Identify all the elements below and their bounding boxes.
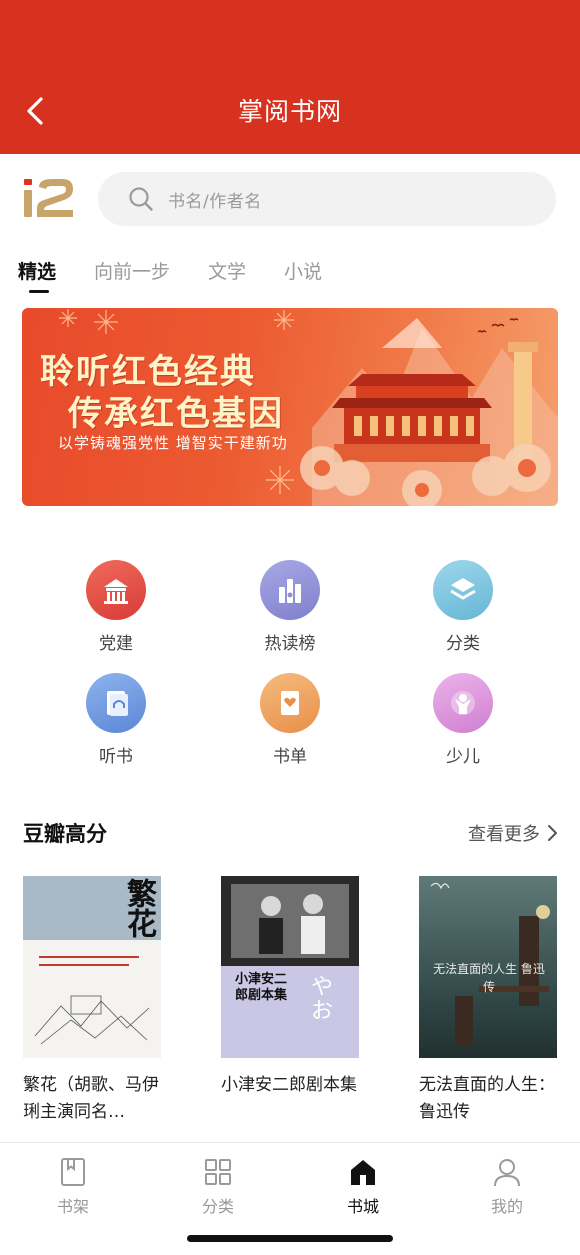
active-tab-indicator: [29, 290, 49, 293]
category-tabs: 精选 向前一步 文学 小说: [18, 256, 360, 292]
promo-banner[interactable]: 聆听红色经典 传承红色基因 以学铸魂强党性 增智实干建新功: [22, 308, 558, 506]
bookshelf-icon: [61, 1158, 85, 1186]
banner-subtitle: 以学铸魂强党性 增智实干建新功: [58, 434, 288, 452]
cover-photo: [231, 884, 349, 958]
heart-card-icon: [260, 673, 320, 733]
feature-booklists[interactable]: 书单: [230, 673, 350, 767]
tab-novel[interactable]: 小说: [284, 256, 322, 292]
search-placeholder: 书名/作者名: [168, 191, 262, 212]
book-card[interactable]: 繁花 繁花（胡歌、马伊琍主演同名…: [23, 876, 161, 1126]
tabbar-item-categories[interactable]: 分类: [178, 1157, 258, 1217]
search-input[interactable]: 书名/作者名: [98, 172, 556, 226]
cover-title: 无法直面的人生 鲁迅传: [433, 962, 545, 994]
feature-hot-list[interactable]: 热读榜: [230, 560, 350, 654]
building-icon: [86, 560, 146, 620]
top-bar: 掌阅书网: [0, 0, 580, 154]
home-icon: [351, 1160, 375, 1185]
feature-categories[interactable]: 分类: [403, 560, 523, 654]
feature-label: 少儿: [446, 747, 480, 767]
child-icon: [433, 673, 493, 733]
tab-lean-in[interactable]: 向前一步: [94, 256, 170, 292]
feature-party-building[interactable]: 党建: [56, 560, 176, 654]
book-cover: 小津安二郎剧本集 やお: [221, 876, 359, 1058]
banner-headline-2: 传承红色基因: [68, 394, 284, 434]
feature-label: 书单: [273, 747, 307, 767]
book-cover: 无法直面的人生 鲁迅传: [419, 876, 557, 1058]
book-cover: 繁花: [23, 876, 161, 1058]
home-indicator: [187, 1235, 393, 1242]
book-title: 无法直面的人生：鲁迅传: [419, 1075, 555, 1122]
tabbar-item-bookstore[interactable]: 书城: [323, 1157, 403, 1217]
search-icon: [129, 187, 153, 211]
feature-label: 分类: [446, 634, 480, 654]
view-more-link[interactable]: 查看更多: [468, 820, 558, 846]
app-logo: [24, 179, 73, 217]
layers-icon: [433, 560, 493, 620]
book-title: 繁花（胡歌、马伊琍主演同名…: [23, 1075, 159, 1122]
cover-title: 繁花: [121, 878, 156, 938]
section-title: 豆瓣高分: [23, 822, 107, 846]
chevron-right-icon: [548, 825, 557, 841]
feature-label: 党建: [99, 634, 133, 654]
page-title: 掌阅书网: [237, 97, 342, 126]
book-card[interactable]: 无法直面的人生 鲁迅传 无法直面的人生：鲁迅传: [419, 876, 557, 1126]
chart-icon: [260, 560, 320, 620]
feature-audiobooks[interactable]: 听书: [56, 673, 176, 767]
book-title: 小津安二郎剧本集: [221, 1075, 357, 1095]
headphones-icon: [86, 673, 146, 733]
tab-featured[interactable]: 精选: [18, 256, 56, 292]
user-icon: [494, 1159, 520, 1187]
tabbar-label: 书城: [346, 1197, 379, 1216]
grid-icon: [205, 1159, 231, 1185]
book-card[interactable]: 小津安二郎剧本集 やお 小津安二郎剧本集: [221, 876, 359, 1126]
tabbar-item-profile[interactable]: 我的: [467, 1157, 547, 1217]
tabbar-label: 分类: [201, 1197, 234, 1216]
feature-label: 热读榜: [264, 634, 316, 654]
tabbar-item-bookshelf[interactable]: 书架: [33, 1157, 113, 1217]
cover-illustration: [34, 995, 150, 1045]
tabbar-label: 我的: [490, 1197, 523, 1216]
tab-literature[interactable]: 文学: [208, 256, 246, 292]
view-more-label: 查看更多: [468, 824, 540, 845]
feature-label: 听书: [99, 747, 133, 767]
feature-children[interactable]: 少儿: [403, 673, 523, 767]
tabbar-label: 书架: [56, 1197, 89, 1216]
cover-title: 小津安二郎剧本集: [235, 972, 288, 1003]
